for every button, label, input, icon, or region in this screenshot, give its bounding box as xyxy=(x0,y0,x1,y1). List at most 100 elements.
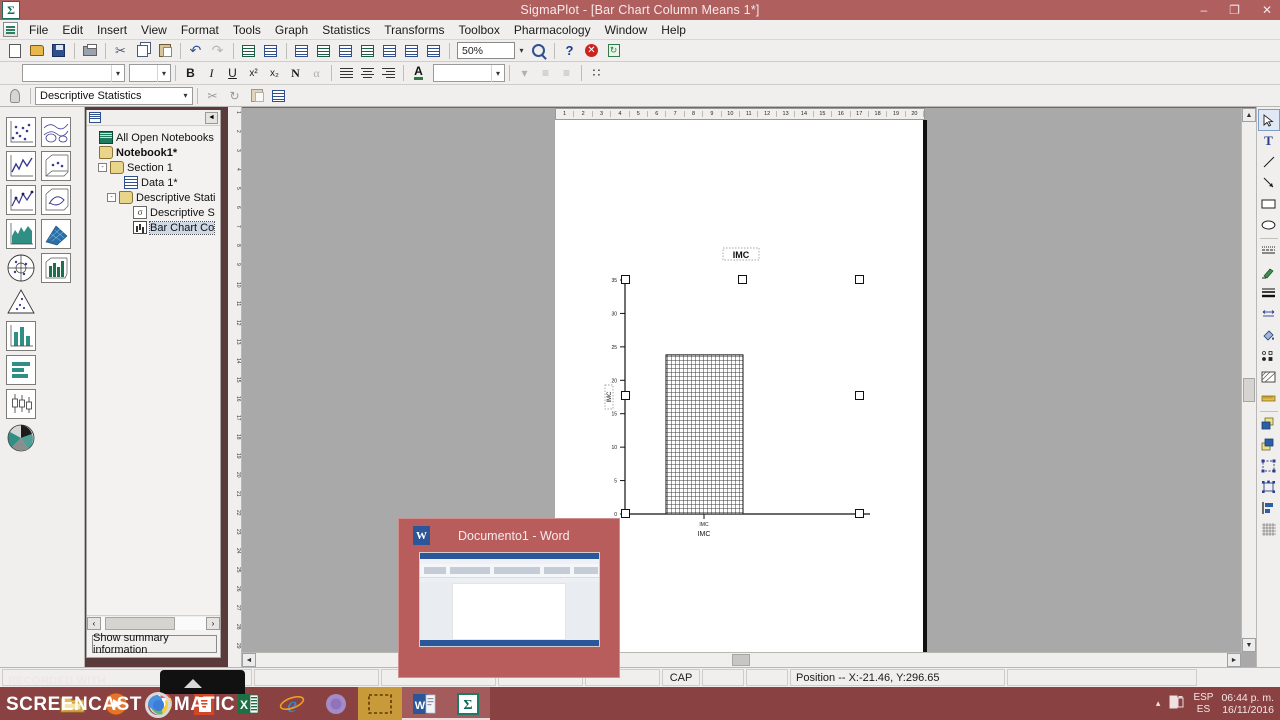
text-color-button[interactable]: A xyxy=(408,64,429,83)
pointer-icon[interactable] xyxy=(1257,109,1280,131)
collapse-navigator-button[interactable]: ◄ xyxy=(205,111,218,124)
horizontal-scroll-thumb[interactable] xyxy=(732,654,750,666)
scroll-right-arrow[interactable]: › xyxy=(206,616,220,630)
help-button[interactable]: ? xyxy=(559,41,580,60)
tree-item-descriptive-statistics-folder[interactable]: - Descriptive Stati xyxy=(90,190,220,205)
show-summary-information-button[interactable]: Show summary information xyxy=(92,632,217,656)
tree-item-bar-chart-column-means[interactable]: Bar Chart Co xyxy=(90,220,220,235)
zoom-dropdown-arrow[interactable]: ▾ xyxy=(515,42,528,59)
line-tool-icon[interactable] xyxy=(1259,152,1279,172)
contour-plot-icon[interactable] xyxy=(41,117,71,147)
selection-handle-top-center[interactable] xyxy=(738,275,747,284)
scroll-left-arrow[interactable]: ◄ xyxy=(242,653,256,667)
save-button[interactable] xyxy=(48,41,69,60)
menu-item-edit[interactable]: Edit xyxy=(55,21,90,39)
notebook-view-icon[interactable] xyxy=(89,112,101,123)
scroll-down-arrow[interactable]: ▼ xyxy=(1242,638,1256,652)
bring-to-front-icon[interactable] xyxy=(1259,414,1279,434)
scatter-plot-icon[interactable] xyxy=(6,117,36,147)
tree-item-data-1[interactable]: Data 1* xyxy=(90,175,220,190)
bar-series-imc[interactable] xyxy=(665,354,744,515)
line-spacing-button[interactable]: ▾ xyxy=(514,64,535,83)
menu-item-file[interactable]: File xyxy=(22,21,55,39)
menu-item-tools[interactable]: Tools xyxy=(226,21,268,39)
close-button[interactable]: ✕ xyxy=(1258,3,1276,17)
navigator-horizontal-scrollbar[interactable]: ‹ › xyxy=(87,615,220,630)
font-size-dropdown-arrow[interactable]: ▾ xyxy=(157,64,170,82)
grid-snap-icon[interactable] xyxy=(1259,519,1279,539)
greek-button[interactable]: α xyxy=(306,64,327,83)
selection-handle-bottom-right[interactable] xyxy=(855,509,864,518)
taskbar-item-word[interactable]: W xyxy=(402,687,446,720)
fill-pattern-icon[interactable] xyxy=(1259,367,1279,387)
selection-handle-middle-right[interactable] xyxy=(855,391,864,400)
rerun-button[interactable]: ↻ xyxy=(224,86,245,105)
bold-button[interactable]: B xyxy=(180,64,201,83)
cut-button[interactable]: ✂ xyxy=(110,41,131,60)
statistical-test-dropdown-arrow[interactable]: ▾ xyxy=(179,87,192,104)
menu-item-statistics[interactable]: Statistics xyxy=(315,21,377,39)
box-plot-icon[interactable] xyxy=(6,389,36,419)
maximize-button[interactable]: ❐ xyxy=(1225,3,1244,17)
scroll-thumb[interactable] xyxy=(105,616,175,630)
show-hidden-icons-button[interactable]: ▴ xyxy=(1156,698,1161,709)
scroll-track[interactable] xyxy=(101,616,206,630)
menu-item-insert[interactable]: Insert xyxy=(90,21,134,39)
line-length-icon[interactable] xyxy=(1259,304,1279,324)
zoom-level-combo[interactable]: 50% xyxy=(457,42,515,59)
line-color-icon[interactable] xyxy=(1259,262,1279,282)
group-icon[interactable] xyxy=(1259,456,1279,476)
taskbar-item-sigmaplot[interactable]: Σ xyxy=(446,687,490,720)
statistical-test-combo[interactable]: Descriptive Statistics ▾ xyxy=(35,86,193,105)
superscript-button[interactable]: x² xyxy=(243,64,264,83)
notebook-manager-button[interactable] xyxy=(379,41,400,60)
new-notebook-button[interactable] xyxy=(4,41,25,60)
scroll-right-arrow[interactable]: ► xyxy=(1227,653,1241,667)
line-style-icon[interactable] xyxy=(1259,241,1279,261)
color-dropdown-arrow[interactable]: ▾ xyxy=(491,64,504,82)
battery-icon[interactable] xyxy=(1168,694,1185,714)
menu-item-pharmacology[interactable]: Pharmacology xyxy=(507,21,598,39)
three-d-mesh-icon[interactable] xyxy=(41,219,71,249)
scroll-left-arrow[interactable]: ‹ xyxy=(87,616,101,630)
menu-item-view[interactable]: View xyxy=(134,21,174,39)
tree-expander[interactable]: - xyxy=(107,190,116,205)
ungroup-icon[interactable] xyxy=(1259,477,1279,497)
menu-item-format[interactable]: Format xyxy=(174,21,226,39)
undo-button[interactable]: ↶ xyxy=(185,41,206,60)
tree-item-descriptive-statistics-report[interactable]: σ Descriptive S xyxy=(90,205,220,220)
taskbar-item-firefox[interactable] xyxy=(314,687,358,720)
line-and-scatter-icon[interactable] xyxy=(6,185,36,215)
graph-wizard-button[interactable] xyxy=(291,41,312,60)
three-d-scatter-icon[interactable] xyxy=(41,151,71,181)
menu-item-toolbox[interactable]: Toolbox xyxy=(451,21,506,39)
align-center-button[interactable] xyxy=(357,64,378,83)
tree-expander[interactable]: - xyxy=(98,160,107,175)
ternary-plot-icon[interactable] xyxy=(6,287,36,317)
stop-button[interactable]: ✕ xyxy=(581,41,602,60)
scroll-up-arrow[interactable]: ▲ xyxy=(1242,108,1256,122)
thumbnail-preview-image[interactable] xyxy=(418,552,600,647)
run-test-button[interactable]: ✂ xyxy=(202,86,223,105)
vertical-scroll-thumb[interactable] xyxy=(1243,378,1255,402)
workspace-horizontal-scrollbar[interactable]: ◄ ► xyxy=(242,652,1241,667)
selection-handle-top-right[interactable] xyxy=(855,275,864,284)
ellipse-tool-icon[interactable] xyxy=(1259,215,1279,235)
selection-handle-bottom-left[interactable] xyxy=(621,509,630,518)
arrow-tool-icon[interactable] xyxy=(1259,173,1279,193)
tree-item-notebook1[interactable]: Notebook1* xyxy=(90,145,220,160)
menu-item-help[interactable]: Help xyxy=(654,21,693,39)
text-tool-icon[interactable]: T xyxy=(1259,131,1279,151)
send-to-back-icon[interactable] xyxy=(1259,435,1279,455)
tree-item-section-1[interactable]: - Section 1 xyxy=(90,160,220,175)
three-d-line-icon[interactable] xyxy=(41,185,71,215)
graph-page-button[interactable] xyxy=(260,41,281,60)
align-right-button[interactable] xyxy=(378,64,399,83)
print-button[interactable] xyxy=(79,41,100,60)
lightbulb-icon[interactable] xyxy=(4,86,25,105)
workspace-vertical-scrollbar[interactable]: ▲ ▼ xyxy=(1241,108,1256,652)
line-thickness-icon[interactable] xyxy=(1259,283,1279,303)
tree-item-all-open-notebooks[interactable]: All Open Notebooks xyxy=(90,130,220,145)
selection-handle-top-left[interactable] xyxy=(621,275,630,284)
fill-color-icon[interactable] xyxy=(1259,325,1279,345)
